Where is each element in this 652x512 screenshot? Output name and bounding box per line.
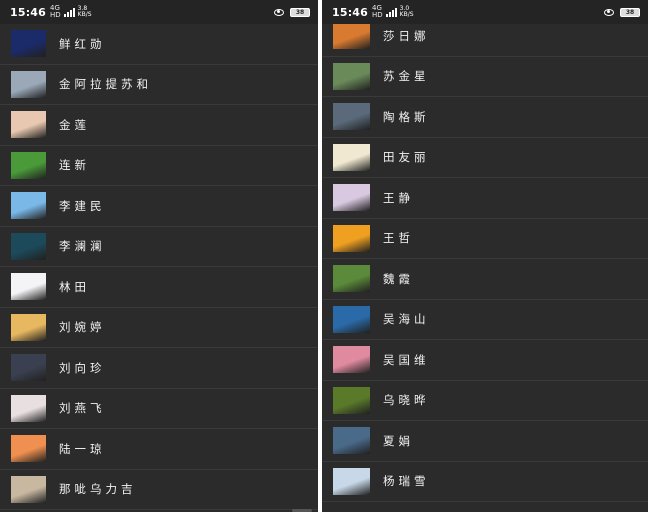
contact-name: 刘燕飞 xyxy=(59,401,106,416)
contact-name: 田友丽 xyxy=(383,150,430,165)
contact-row[interactable]: 李建民 xyxy=(0,186,318,227)
contact-row[interactable]: 刘向珍 xyxy=(0,348,318,389)
contact-row[interactable]: 刘燕飞 xyxy=(0,389,318,429)
contact-row[interactable]: 乌晓晔 xyxy=(322,381,648,421)
contact-name: 那呲乌力吉 xyxy=(59,482,137,497)
contact-name: 吴海山 xyxy=(383,312,430,327)
contact-name: 连新 xyxy=(59,158,90,173)
left-phone-screen: 15:46 4G HD 3.8 KB/S 38 鲜红勋金阿拉提苏和 金莲连新李建民… xyxy=(0,0,318,512)
contact-row[interactable]: 魏霞 xyxy=(322,259,648,300)
contact-row[interactable]: 王静 xyxy=(322,178,648,219)
contact-name: 王哲 xyxy=(383,231,414,246)
battery-icon: 38 xyxy=(620,7,640,17)
contact-row[interactable]: 吴海山 xyxy=(322,300,648,340)
contact-row[interactable]: 杨瑞雪 xyxy=(322,462,648,502)
person-winter-avatar xyxy=(11,70,46,98)
contact-name: 王静 xyxy=(383,190,414,205)
wolf-silhouette-avatar xyxy=(11,30,46,58)
contact-row[interactable]: 吴国维 xyxy=(322,340,648,381)
contact-name: 莎日娜 xyxy=(383,28,430,43)
contact-name: 林田 xyxy=(59,279,90,294)
car-field-avatar xyxy=(333,62,370,90)
hands-avatar xyxy=(11,111,46,139)
signal-strength-icon xyxy=(63,7,75,17)
contact-name: 金阿拉提苏和 xyxy=(59,77,152,92)
contact-name: 刘婉婷 xyxy=(59,320,106,335)
flower-field-avatar xyxy=(333,386,370,414)
contact-row[interactable]: 林田 xyxy=(0,267,318,308)
contact-name: 魏霞 xyxy=(383,271,414,286)
network-speed: 3.0 KB/S xyxy=(399,5,414,18)
mountain-lake-avatar xyxy=(333,427,370,455)
contact-row[interactable]: 李澜澜 xyxy=(0,227,318,267)
green-field-avatar xyxy=(11,151,46,179)
contact-name: 金莲 xyxy=(59,117,90,132)
contact-name: 吴国维 xyxy=(383,352,430,367)
blank-avatar xyxy=(11,273,46,301)
blue-lake-avatar xyxy=(333,305,370,333)
contact-row[interactable]: 田友丽 xyxy=(322,138,648,178)
pink-sky-avatar xyxy=(11,192,46,220)
cartoon-cat-avatar xyxy=(11,394,46,422)
signal-type: 4G HD xyxy=(50,4,61,19)
contact-name: 陶格斯 xyxy=(383,109,430,124)
grass-child-avatar xyxy=(333,265,370,293)
status-time: 15:46 xyxy=(332,5,369,19)
contact-name: 李建民 xyxy=(59,198,106,213)
contact-row[interactable]: 陶格斯 xyxy=(322,97,648,138)
contact-name: 苏金星 xyxy=(383,69,430,84)
contact-name: 李澜澜 xyxy=(59,239,106,254)
contact-row[interactable]: 夏娟 xyxy=(322,421,648,462)
dark-character-avatar xyxy=(11,354,46,382)
contact-row[interactable]: 那呲乌力吉 xyxy=(0,470,318,510)
contact-name: 鲜红勋 xyxy=(59,36,106,51)
anime-girl-avatar xyxy=(11,313,46,341)
contact-list: 莎日娜苏金星陶格斯田友丽王静王哲魏霞吴海山吴国维乌晓晔夏娟杨瑞雪 xyxy=(322,16,648,502)
sunset-figure-avatar xyxy=(11,232,46,260)
contact-row[interactable]: 金莲 xyxy=(0,105,318,146)
right-phone-screen: 莎日娜苏金星陶格斯田友丽王静王哲魏霞吴海山吴国维乌晓晔夏娟杨瑞雪 15:46 4… xyxy=(322,0,648,512)
girl-circle-avatar xyxy=(333,467,370,495)
signal-strength-icon xyxy=(385,7,397,17)
contact-name: 刘向珍 xyxy=(59,360,106,375)
contact-row[interactable]: 鲜红勋 xyxy=(0,24,318,65)
cat-avatar xyxy=(11,475,46,503)
contact-list: 鲜红勋金阿拉提苏和 金莲连新李建民李澜澜林田刘婉婷刘向珍刘燕飞陆一琼那呲乌力吉 xyxy=(0,24,318,510)
girl-drawing-avatar xyxy=(333,184,370,212)
contact-row[interactable]: 王哲 xyxy=(322,219,648,259)
screenshot-stage: 15:46 4G HD 3.8 KB/S 38 鲜红勋金阿拉提苏和 金莲连新李建民… xyxy=(0,0,652,512)
contact-row[interactable]: 刘婉婷 xyxy=(0,308,318,348)
status-bar: 15:46 4G HD 3.0 KB/S 38 xyxy=(322,0,648,24)
contact-name: 乌晓晔 xyxy=(383,393,430,408)
status-bar: 15:46 4G HD 3.8 KB/S 38 xyxy=(0,0,318,24)
contact-row[interactable]: 金阿拉提苏和 xyxy=(0,65,318,105)
contact-name: 杨瑞雪 xyxy=(383,474,430,489)
signal-type: 4G HD xyxy=(372,4,383,19)
eye-comfort-icon xyxy=(274,8,284,16)
network-speed: 3.8 KB/S xyxy=(77,5,92,18)
rocky-river-avatar xyxy=(333,103,370,131)
battery-icon: 38 xyxy=(290,7,310,17)
witch-cartoon-avatar xyxy=(333,22,370,50)
contact-name: 夏娟 xyxy=(383,433,414,448)
orange-sunset-avatar xyxy=(11,435,46,463)
status-time: 15:46 xyxy=(10,5,47,19)
white-flower-avatar xyxy=(333,143,370,171)
contact-row[interactable]: 连新 xyxy=(0,146,318,186)
contact-row[interactable]: 苏金星 xyxy=(322,57,648,97)
contact-row[interactable]: 陆一琼 xyxy=(0,429,318,470)
contact-name: 陆一琼 xyxy=(59,441,106,456)
eye-comfort-icon xyxy=(604,8,614,16)
pink-child-avatar xyxy=(333,346,370,374)
goldfish-avatar xyxy=(333,224,370,252)
